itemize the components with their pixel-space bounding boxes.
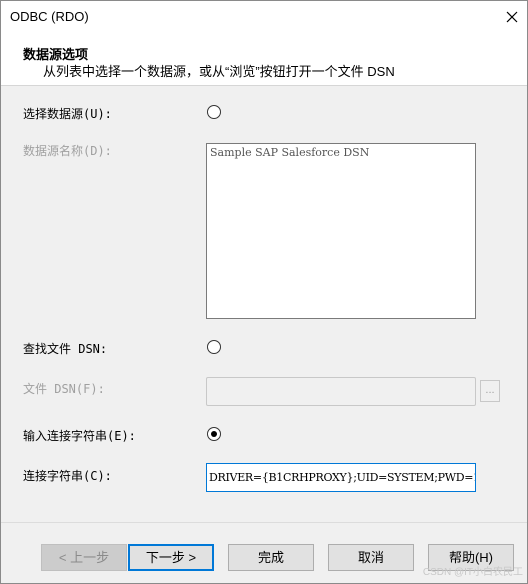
datasource-name-label: 数据源名称(D): — [23, 144, 112, 158]
back-button: < 上一步 — [41, 544, 127, 571]
select-datasource-radio[interactable] — [207, 105, 221, 119]
next-button[interactable]: 下一步 > — [128, 544, 214, 571]
enter-connection-string-radio[interactable] — [207, 427, 221, 441]
file-dsn-label: 文件 DSN(F): — [23, 382, 105, 396]
title-bar: ODBC (RDO) — [1, 1, 527, 32]
cancel-button[interactable]: 取消 — [328, 544, 414, 571]
connection-string-input[interactable]: DRIVER={B1CRHPROXY};UID=SYSTEM;PWD=1234;… — [206, 463, 476, 492]
file-dsn-field — [206, 377, 476, 406]
footer-divider — [1, 522, 527, 523]
dialog-header: 数据源选项 从列表中选择一个数据源，或从“浏览”按钮打开一个文件 DSN — [1, 32, 527, 86]
connection-string-label: 连接字符串(C): — [23, 469, 112, 483]
browse-button: ... — [480, 380, 500, 402]
watermark: CSDN @IT小白农民工 — [422, 567, 523, 578]
enter-connection-string-label: 输入连接字符串(E): — [23, 429, 136, 443]
header-subtitle: 从列表中选择一个数据源，或从“浏览”按钮打开一个文件 DSN — [43, 64, 395, 79]
close-button[interactable] — [497, 1, 527, 32]
odbc-dialog-window: ODBC (RDO) 数据源选项 从列表中选择一个数据源，或从“浏览”按钮打开一… — [0, 0, 528, 584]
connection-string-value: DRIVER={B1CRHPROXY};UID=SYSTEM;PWD=1234;… — [209, 471, 475, 484]
find-file-dsn-radio[interactable] — [207, 340, 221, 354]
select-datasource-label: 选择数据源(U): — [23, 107, 112, 121]
list-item[interactable]: Sample SAP Salesforce DSN — [210, 146, 369, 159]
window-title: ODBC (RDO) — [10, 9, 89, 24]
finish-button[interactable]: 完成 — [228, 544, 314, 571]
find-file-dsn-label: 查找文件 DSN: — [23, 342, 108, 356]
datasource-listbox[interactable]: Sample SAP Salesforce DSN — [206, 143, 476, 319]
close-icon — [506, 11, 518, 22]
